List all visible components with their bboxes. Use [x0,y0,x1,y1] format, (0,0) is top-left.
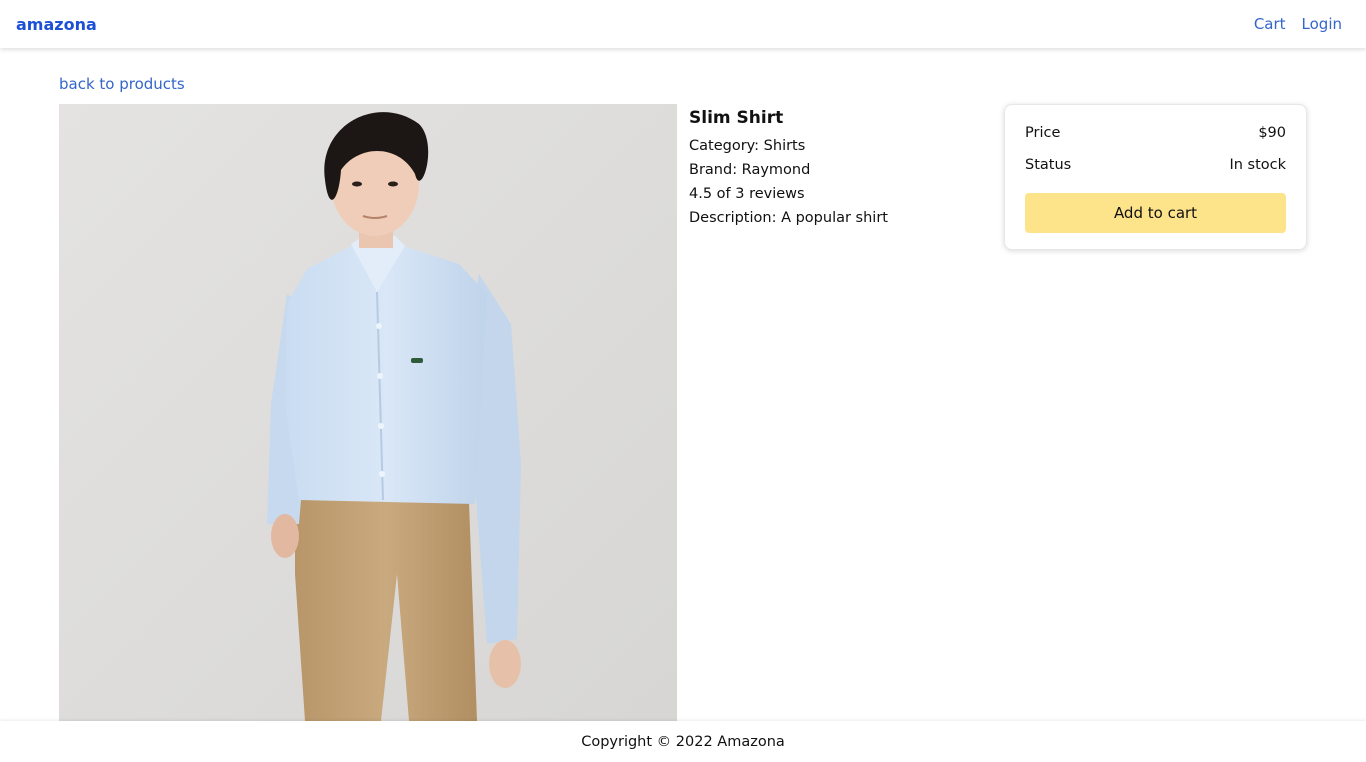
footer: Copyright © 2022 Amazona [0,721,1366,762]
price-value: $90 [1258,125,1286,141]
login-link[interactable]: Login [1302,15,1342,33]
product-category: Category: Shirts [689,138,806,154]
product-image [59,104,677,721]
top-nav: Cart Login [1254,15,1342,33]
back-to-products-link[interactable]: back to products [59,75,185,93]
status-label: Status [1025,157,1072,173]
copyright-text: Copyright © 2022 Amazona [581,733,785,750]
product-description: Description: A popular shirt [689,210,888,226]
price-row: Price $90 [1025,125,1286,157]
status-value: In stock [1229,157,1286,173]
status-row: Status In stock [1025,157,1286,189]
product-details: Slim Shirt Category: Shirts Brand: Raymo… [689,108,888,230]
purchase-card: Price $90 Status In stock Add to cart [1004,104,1307,250]
product-rating: 4.5 of 3 reviews [689,186,805,202]
product-photo [59,104,677,721]
brand-logo-link[interactable]: amazona [16,15,97,34]
cart-link[interactable]: Cart [1254,15,1286,33]
product-brand: Brand: Raymond [689,162,811,178]
top-navbar: amazona Cart Login [0,0,1366,48]
product-title: Slim Shirt [689,108,784,128]
add-to-cart-button[interactable]: Add to cart [1025,193,1286,233]
price-label: Price [1025,125,1061,141]
